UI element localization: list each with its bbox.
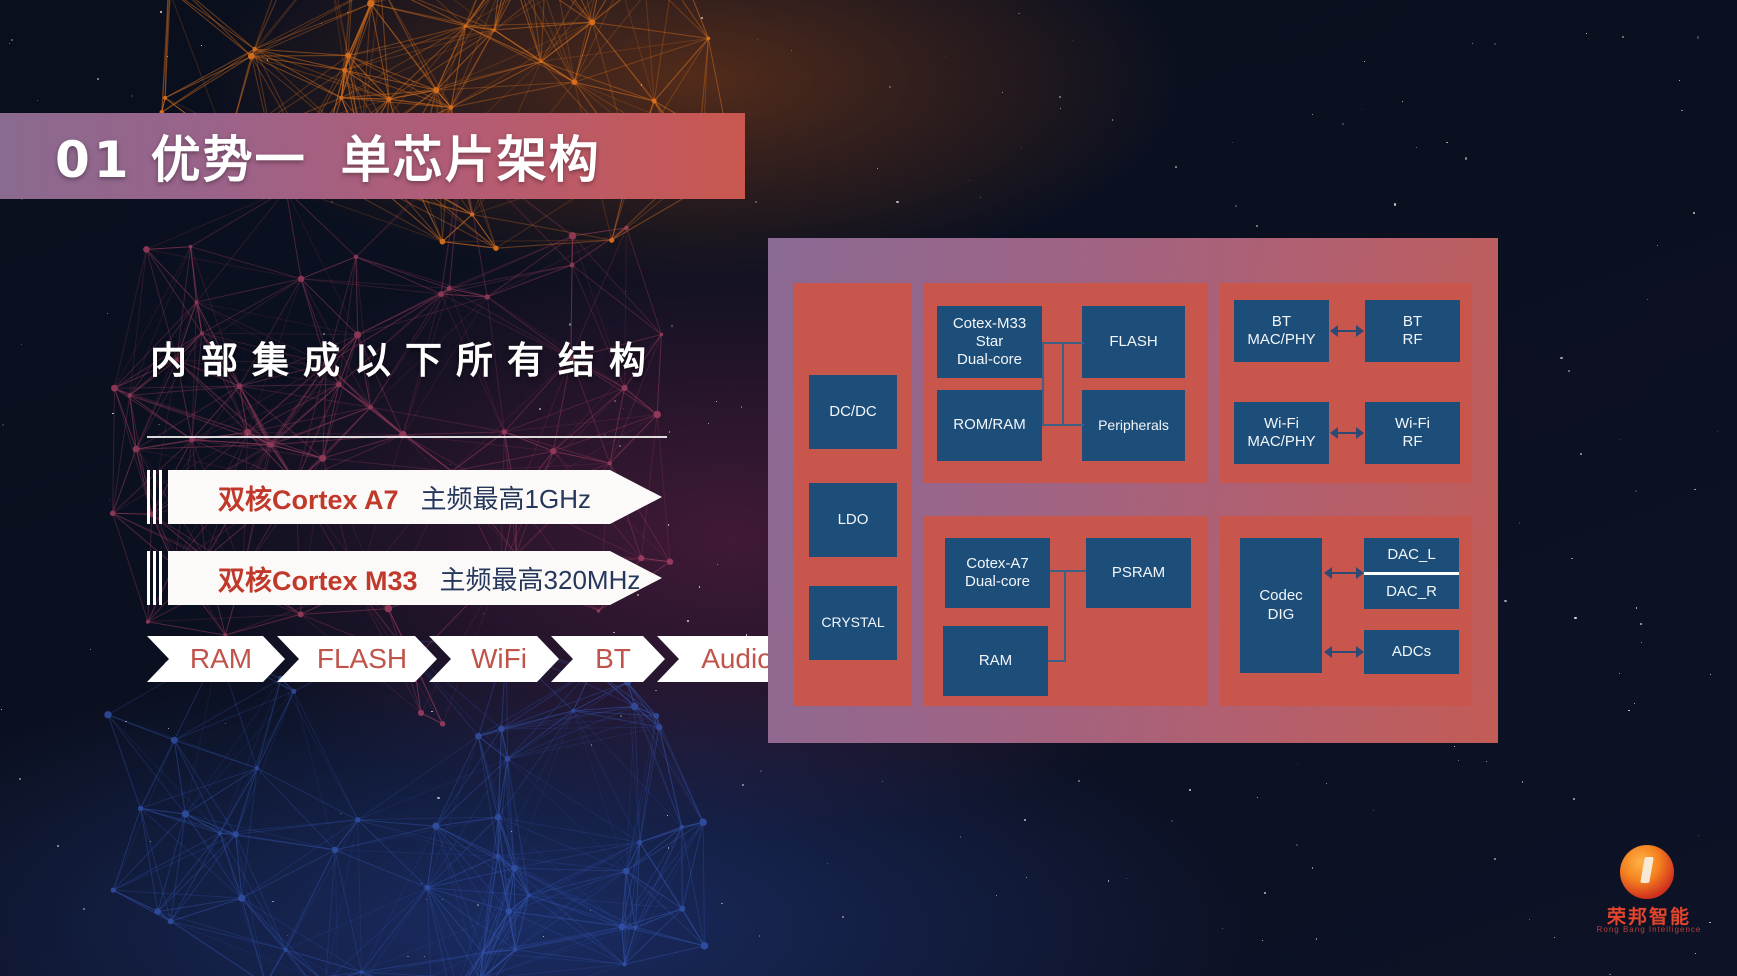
bus-line — [1042, 424, 1064, 426]
bus-line — [1048, 660, 1066, 662]
block-crystal: CRYSTAL — [809, 586, 897, 660]
bus-line — [1050, 570, 1086, 572]
block-line-1: BT — [1271, 312, 1292, 330]
block-dac-l: DAC_L — [1364, 538, 1459, 572]
title-banner: 01 优势一 单芯片架构 — [0, 113, 745, 199]
block-bt-mac-phy: BT MAC/PHY — [1234, 300, 1329, 362]
block-line-2: MAC/PHY — [1247, 331, 1316, 348]
chip-feature-chevron: BT — [551, 636, 665, 682]
bidirectional-arrow-icon — [1324, 567, 1364, 579]
block-peripherals: Peripherals — [1082, 390, 1185, 461]
block-dcdc: DC/DC — [809, 375, 897, 449]
feature-tail-label: 主频最高1GHz — [420, 483, 592, 514]
block-line-1: Codec — [1259, 587, 1303, 605]
block-line-1: BT — [1402, 312, 1423, 330]
block-bt-rf: BT RF — [1365, 300, 1460, 362]
bus-line — [1042, 342, 1044, 426]
block-codec-dig: Codec DIG — [1240, 538, 1322, 673]
block-line-2: Star — [975, 332, 1004, 350]
block-psram: PSRAM — [1086, 538, 1191, 608]
block-line-2: DIG — [1267, 605, 1295, 623]
block-ram: RAM — [943, 626, 1048, 696]
chip-feature-chevron: WiFi — [429, 636, 559, 682]
feature-lead-label: 双核Cortex M33 — [218, 565, 418, 596]
block-line-2: RF — [1402, 433, 1423, 450]
chip-feature-chevron: FLASH — [277, 636, 437, 682]
arrow-banner-body: 双核Cortex A7 主频最高1GHz — [168, 470, 662, 524]
block-wifi-mac-phy: Wi-Fi MAC/PHY — [1234, 402, 1329, 464]
bus-line — [1064, 570, 1066, 662]
block-line-2: RF — [1402, 331, 1423, 348]
block-rom-ram: ROM/RAM — [937, 390, 1042, 461]
bidirectional-arrow-icon — [1330, 427, 1364, 439]
bus-line — [1064, 342, 1084, 344]
block-line-1: Wi-Fi — [1264, 414, 1299, 432]
chip-feature-chevron: RAM — [147, 636, 285, 682]
subtitle-divider — [147, 436, 667, 438]
bus-line — [1062, 342, 1064, 426]
bus-line — [1042, 342, 1064, 344]
page-title: 01 优势一 单芯片架构 — [55, 120, 601, 192]
feature-lead-label: 双核Cortex A7 — [218, 484, 399, 515]
bidirectional-arrow-icon — [1324, 646, 1364, 658]
company-logo: 荣邦智能 Rong Bang Intelligence — [1589, 845, 1709, 940]
tick-marks-icon — [147, 470, 163, 524]
bus-line — [1062, 424, 1084, 426]
block-cotex-m33: Cotex-M33 Star Dual-core — [937, 306, 1042, 378]
block-wifi-rf: Wi-Fi RF — [1365, 402, 1460, 464]
feature-arrow-cortex-m33: 双核Cortex M33 主频最高320MHz — [147, 551, 662, 605]
block-cotex-a7: Cotex-A7 Dual-core — [945, 538, 1050, 608]
block-ldo: LDO — [809, 483, 897, 557]
slide-canvas: 01 优势一 单芯片架构 内部集成以下所有结构 双核Cortex A7 主频最高1G… — [0, 0, 1737, 976]
logo-name-en: Rong Bang Intelligence — [1596, 925, 1702, 934]
arrow-banner-body: 双核Cortex M33 主频最高320MHz — [168, 551, 662, 605]
block-line-2: MAC/PHY — [1247, 433, 1316, 450]
block-dac-r: DAC_R — [1364, 575, 1459, 609]
bidirectional-arrow-icon — [1330, 325, 1364, 337]
block-flash: FLASH — [1082, 306, 1185, 378]
title-sub: 单芯片架构 — [340, 132, 601, 188]
title-number: 01 — [55, 131, 133, 189]
section-subtitle: 内部集成以下所有结构 — [150, 340, 660, 381]
block-line-3: Dual-core — [956, 351, 1023, 369]
soc-block-diagram: DC/DC LDO CRYSTAL Cotex-M33 Star Dual-co… — [768, 238, 1498, 743]
tick-marks-icon — [147, 551, 163, 605]
block-adcs: ADCs — [1364, 630, 1459, 674]
feature-tail-label: 主频最高320MHz — [439, 564, 641, 595]
block-line-1: Wi-Fi — [1395, 414, 1430, 432]
title-main: 优势一 — [150, 132, 307, 188]
block-line-2: Dual-core — [964, 573, 1031, 590]
logo-emblem-icon — [1620, 845, 1674, 899]
block-line-1: Cotex-A7 — [966, 554, 1029, 572]
block-line-1: Cotex-M33 — [952, 314, 1027, 332]
feature-arrow-cortex-a7: 双核Cortex A7 主频最高1GHz — [147, 470, 662, 524]
